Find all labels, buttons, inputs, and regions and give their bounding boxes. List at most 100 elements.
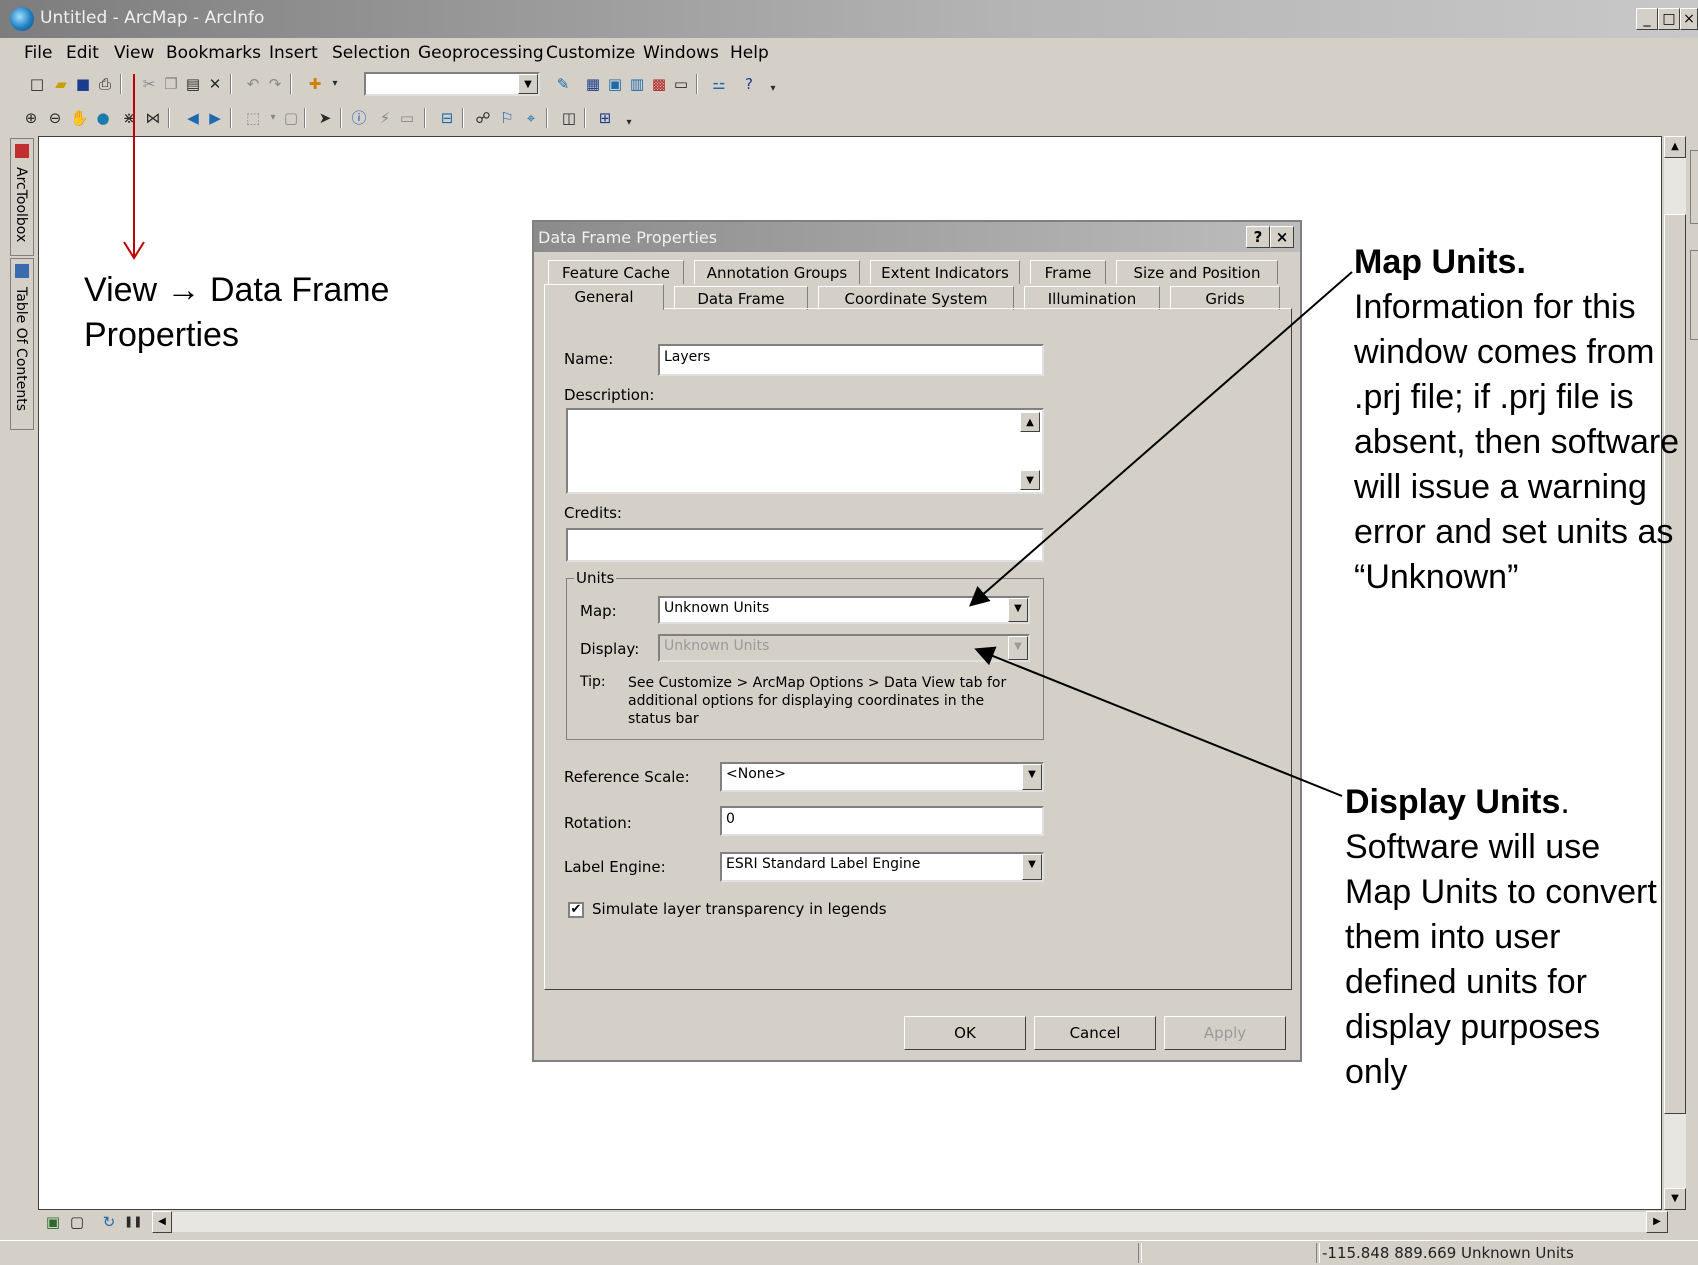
hyperlink-icon[interactable]: ⚡	[376, 109, 394, 127]
modelbuilder-icon[interactable]: ⚍	[710, 75, 728, 93]
menu-bookmarks[interactable]: Bookmarks	[166, 43, 261, 63]
tab-annotation-groups[interactable]: Annotation Groups	[694, 260, 860, 284]
open-folder-icon[interactable]: ▰	[52, 75, 70, 93]
redo-icon[interactable]: ↷	[266, 75, 284, 93]
chevron-down-icon[interactable]: ▼	[1022, 764, 1042, 790]
menu-file[interactable]: File	[24, 43, 52, 63]
tab-frame[interactable]: Frame	[1030, 260, 1106, 284]
menu-insert[interactable]: Insert	[269, 43, 318, 63]
tab-feature-cache[interactable]: Feature Cache	[548, 260, 684, 284]
simulate-transparency-checkbox[interactable]: ✔	[568, 902, 584, 918]
apply-button[interactable]: Apply	[1164, 1016, 1286, 1050]
chevron-down-icon[interactable]: ▾	[264, 109, 282, 127]
scroll-up-icon[interactable]: ▲	[1664, 136, 1686, 158]
menu-windows[interactable]: Windows	[643, 43, 719, 63]
refresh-icon[interactable]: ↻	[100, 1213, 118, 1231]
scroll-down-icon[interactable]: ▼	[1664, 1188, 1686, 1210]
clear-selection-icon[interactable]: ▢	[282, 109, 300, 127]
select-features-icon[interactable]: ⬚	[244, 109, 262, 127]
zoom-in-icon[interactable]: ⊕	[22, 109, 40, 127]
name-input[interactable]: Layers	[658, 344, 1044, 376]
whats-this-help-icon[interactable]: ?	[740, 75, 758, 93]
save-icon[interactable]: ■	[74, 75, 92, 93]
chevron-down-icon[interactable]: ▾	[326, 75, 344, 93]
maximize-button[interactable]: □	[1658, 8, 1680, 30]
tab-general[interactable]: General	[544, 284, 664, 310]
menu-customize[interactable]: Customize	[546, 43, 635, 63]
go-to-xy-icon[interactable]: ⌖	[522, 109, 540, 127]
find-route-icon[interactable]: ⚐	[498, 109, 516, 127]
forward-arrow-icon[interactable]: ▶	[206, 109, 224, 127]
tab-extent-indicators[interactable]: Extent Indicators	[870, 260, 1020, 284]
scroll-up-icon[interactable]: ▲	[1020, 412, 1040, 432]
minimize-button[interactable]: _	[1636, 8, 1658, 30]
time-slider-icon[interactable]: ◫	[560, 109, 578, 127]
paste-icon[interactable]: ▤	[184, 75, 202, 93]
map-units-select[interactable]: Unknown Units ▼	[658, 596, 1030, 624]
identify-icon[interactable]: ⓘ	[350, 109, 368, 127]
label-engine-select[interactable]: ESRI Standard Label Engine ▼	[720, 852, 1044, 882]
menu-help[interactable]: Help	[730, 43, 769, 63]
toolbar-options-icon[interactable]: ▾	[764, 80, 782, 98]
full-extent-globe-icon[interactable]: ●	[94, 109, 112, 127]
print-icon[interactable]: ⎙	[96, 75, 114, 93]
select-elements-arrow-icon[interactable]: ➤	[316, 109, 334, 127]
fixed-zoom-out-icon[interactable]: ⋈	[144, 109, 162, 127]
reference-scale-combo[interactable]: <None> ▼	[720, 762, 1044, 792]
scroll-down-icon[interactable]: ▼	[1020, 470, 1040, 490]
layout-view-icon[interactable]: ▢	[68, 1213, 86, 1231]
dialog-close-button[interactable]: ×	[1270, 226, 1294, 248]
search-window-icon[interactable]: ▥	[628, 75, 646, 93]
delete-icon[interactable]: ✕	[206, 75, 224, 93]
toolbar-options-icon[interactable]: ▾	[620, 114, 638, 132]
menu-edit[interactable]: Edit	[66, 43, 99, 63]
tab-coordinate-system[interactable]: Coordinate System	[818, 286, 1014, 310]
close-window-button[interactable]: ×	[1680, 8, 1698, 30]
measure-icon[interactable]: ⊟	[438, 109, 456, 127]
chevron-down-icon[interactable]: ▼	[518, 74, 538, 94]
data-view-icon[interactable]: ▣	[44, 1213, 62, 1231]
menu-selection[interactable]: Selection	[332, 43, 410, 63]
rotation-input[interactable]: 0	[720, 806, 1044, 836]
description-textarea[interactable]: ▲ ▼	[566, 408, 1044, 494]
back-arrow-icon[interactable]: ◀	[184, 109, 202, 127]
display-units-select[interactable]: Unknown Units ▼	[658, 634, 1030, 662]
map-scale-combo[interactable]: ▼	[364, 72, 540, 96]
cancel-button[interactable]: Cancel	[1034, 1016, 1156, 1050]
python-window-icon[interactable]: ▭	[672, 75, 690, 93]
fixed-zoom-in-icon[interactable]: ⋇	[120, 109, 138, 127]
chevron-down-icon[interactable]: ▼	[1008, 598, 1028, 622]
arctoolbox-tab[interactable]: ArcToolbox	[10, 138, 34, 256]
catalog-icon[interactable]: ▣	[606, 75, 624, 93]
horizontal-scrollbar[interactable]	[172, 1212, 1646, 1232]
add-data-icon[interactable]: ✚	[306, 75, 324, 93]
zoom-out-icon[interactable]: ⊖	[46, 109, 64, 127]
chevron-down-icon[interactable]: ▼	[1008, 636, 1028, 660]
menu-view[interactable]: View	[114, 43, 154, 63]
tab-data-frame[interactable]: Data Frame	[674, 286, 808, 310]
editor-toolbar-icon[interactable]: ✎	[554, 75, 572, 93]
undo-icon[interactable]: ↶	[244, 75, 262, 93]
scroll-left-icon[interactable]: ◀	[152, 1211, 172, 1233]
pause-drawing-icon[interactable]: ❚❚	[124, 1213, 142, 1231]
find-binoculars-icon[interactable]: ☍	[474, 109, 492, 127]
cut-icon[interactable]: ✂	[140, 75, 158, 93]
create-viewer-window-icon[interactable]: ⊞	[596, 109, 614, 127]
table-of-contents-icon[interactable]: ▦	[584, 75, 602, 93]
right-dock-tab[interactable]	[1690, 150, 1698, 224]
tab-size-and-position[interactable]: Size and Position	[1116, 260, 1278, 284]
pan-hand-icon[interactable]: ✋	[70, 109, 89, 127]
arctoolbox-icon[interactable]: ▩	[650, 75, 668, 93]
tab-illumination[interactable]: Illumination	[1024, 286, 1160, 310]
menu-geoprocessing[interactable]: Geoprocessing	[418, 43, 544, 63]
chevron-down-icon[interactable]: ▼	[1022, 854, 1042, 880]
help-button[interactable]: ?	[1246, 226, 1270, 248]
scroll-right-icon[interactable]: ▶	[1646, 1211, 1668, 1233]
ok-button[interactable]: OK	[904, 1016, 1026, 1050]
new-document-icon[interactable]: □	[28, 75, 46, 93]
html-popup-icon[interactable]: ▭	[398, 109, 416, 127]
tab-grids[interactable]: Grids	[1170, 286, 1280, 310]
credits-input[interactable]	[566, 528, 1044, 562]
copy-icon[interactable]: ❐	[162, 75, 180, 93]
table-of-contents-tab[interactable]: Table Of Contents	[10, 258, 34, 430]
